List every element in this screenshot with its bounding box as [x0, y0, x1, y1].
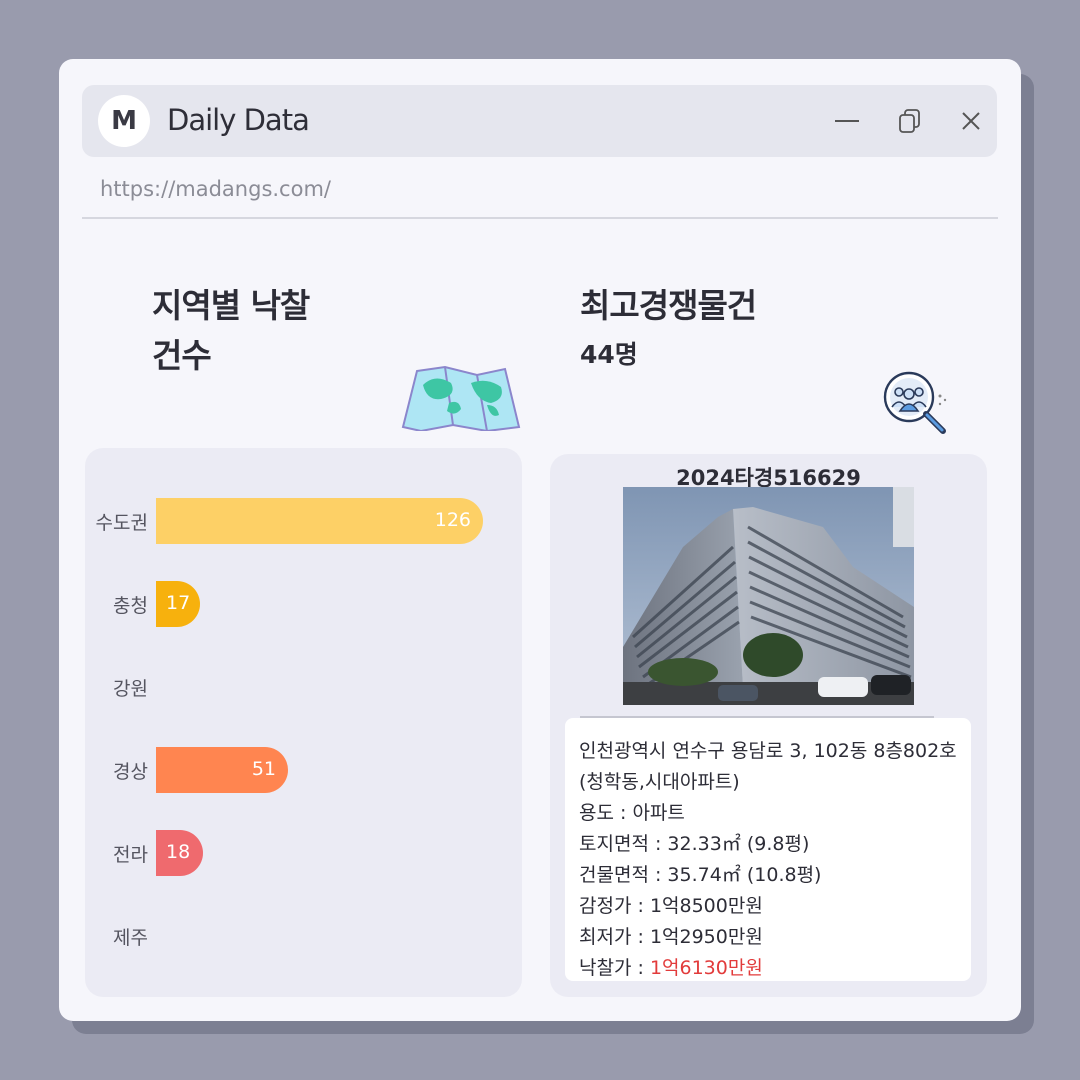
minimize-icon [835, 120, 859, 122]
bar-value-label: 18 [166, 841, 191, 863]
app-title: Daily Data [167, 103, 310, 137]
map-icon [401, 365, 521, 431]
region-chart-panel: 수도권 126 충청 17 강원경상 51 전라 18 제주 [85, 448, 522, 997]
appraisal-label: 감정가 : [579, 895, 644, 917]
appraisal-value: 1억8500만원 [649, 895, 763, 917]
property-photo [623, 487, 914, 705]
bar[interactable]: 51 [156, 747, 288, 793]
close-icon [962, 112, 980, 130]
url-divider [82, 217, 998, 219]
winning-bid-value: 1억6130만원 [649, 957, 763, 979]
usage-label: 용도 : [579, 802, 627, 824]
address-line1: 인천광역시 연수구 용담로 3, 102동 8층802호 [579, 740, 957, 762]
bar-label: 강원 [113, 678, 148, 700]
land-area-row: 토지면적 : 32.33㎡ (9.8평) [579, 829, 809, 856]
bar-value-label: 126 [434, 509, 471, 531]
app-window: M Daily Data https://madangs.com/ 지역별 낙찰… [59, 59, 1021, 1021]
bar-value-label: 17 [166, 592, 191, 614]
bar-label: 경상 [113, 761, 148, 783]
competition-title: 최고경쟁물건 [580, 286, 757, 325]
bar[interactable]: 18 [156, 830, 203, 876]
minimum-price-value: 1억2950만원 [649, 926, 763, 948]
building-area-value: 35.74㎡ (10.8평) [667, 864, 822, 886]
bar-label: 전라 [113, 844, 148, 866]
restore-icon [899, 109, 920, 133]
winning-bid-row: 낙찰가 : 1억6130만원 [579, 953, 763, 980]
minimum-price-label: 최저가 : [579, 926, 644, 948]
usage-row: 용도 : 아파트 [579, 798, 685, 825]
people-search-icon [883, 371, 947, 434]
bar-row: 제주 [85, 913, 522, 959]
app-logo: M [98, 95, 150, 147]
building-area-label: 건물면적 : [579, 864, 662, 886]
usage-value: 아파트 [632, 802, 685, 824]
close-button[interactable] [955, 105, 987, 137]
bar-row: 전라 18 [85, 830, 522, 876]
property-info: 인천광역시 연수구 용담로 3, 102동 8층802호 (청학동,시대아파트)… [565, 718, 971, 981]
bar[interactable]: 126 [156, 498, 483, 544]
restore-button[interactable] [895, 105, 927, 137]
land-area-label: 토지면적 : [579, 833, 662, 855]
competition-count: 44명 [580, 340, 638, 369]
bar[interactable]: 17 [156, 581, 200, 627]
bar-row: 강원 [85, 664, 522, 710]
appraisal-row: 감정가 : 1억8500만원 [579, 891, 763, 918]
address-line2: (청학동,시대아파트) [579, 771, 740, 793]
bar-value-label: 51 [251, 758, 276, 780]
bar-row: 경상 51 [85, 747, 522, 793]
bar-row: 수도권 126 [85, 498, 522, 544]
bar-label: 제주 [113, 927, 148, 949]
land-area-value: 32.33㎡ (9.8평) [667, 833, 810, 855]
building-area-row: 건물면적 : 35.74㎡ (10.8평) [579, 860, 821, 887]
region-title-line1: 지역별 낙찰 [152, 286, 310, 325]
region-title-line2: 건수 [152, 336, 212, 375]
bar-row: 충청 17 [85, 581, 522, 627]
bar-label: 충청 [113, 595, 148, 617]
title-bar: M Daily Data [82, 85, 997, 157]
url-bar[interactable]: https://madangs.com/ [100, 177, 331, 201]
property-panel: 2024타경516629 인천광역시 연수구 용담로 3, 102동 8층802… [550, 454, 987, 997]
minimize-button[interactable] [831, 105, 863, 137]
bar-label: 수도권 [95, 512, 148, 534]
minimum-price-row: 최저가 : 1억2950만원 [579, 922, 763, 949]
winning-bid-label: 낙찰가 : [579, 957, 644, 979]
